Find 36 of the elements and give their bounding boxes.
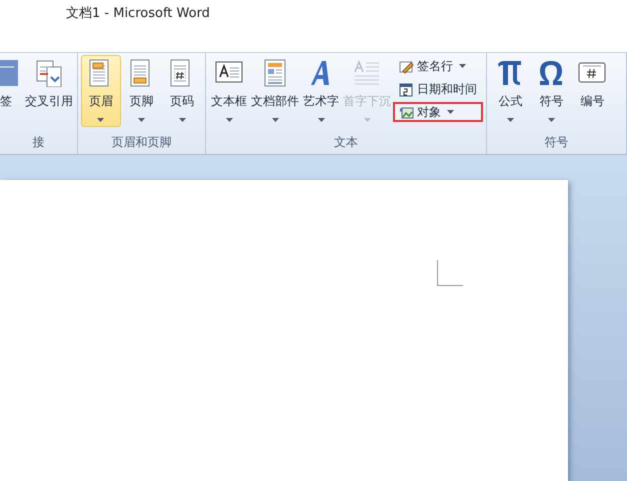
caret-icon (318, 118, 324, 122)
caret-icon (548, 118, 555, 122)
ribbon-button[interactable]: 文本框 (209, 55, 249, 127)
window-title: 文档1 - Microsoft Word (66, 5, 210, 22)
ribbon-button[interactable]: 艺术字 (301, 55, 341, 127)
caret-icon (506, 118, 514, 122)
ribbon-button[interactable]: 页眉 (81, 55, 121, 127)
ribbon-button[interactable]: 日期和时间 (393, 79, 483, 99)
caret-icon (138, 118, 145, 122)
picture-object-icon (399, 104, 414, 120)
drop-cap-icon (353, 59, 381, 87)
group-label: 接 (32, 134, 46, 151)
ribbon-button[interactable]: 页脚 (122, 55, 162, 127)
caret-icon (447, 110, 454, 114)
caret-icon (459, 64, 466, 68)
group-label: 符号 (544, 134, 570, 151)
ribbon-button[interactable]: 交叉引用 (24, 55, 74, 127)
signature-pen-icon (399, 58, 414, 74)
ribbon-button[interactable]: 编号 (572, 55, 612, 127)
cross-reference-icon (35, 59, 63, 87)
caret-icon (272, 118, 278, 122)
margin-corner-mark (437, 260, 463, 286)
ribbon-button[interactable]: 文档部件 (250, 55, 300, 127)
group-label: 文本 (333, 134, 360, 151)
ribbon-button[interactable]: 公式 (490, 55, 530, 127)
group-label: 页眉和页脚 (110, 134, 172, 151)
ribbon-button[interactable]: 签 (0, 55, 23, 127)
caret-icon (364, 118, 370, 122)
ribbon-button[interactable]: 对象 (393, 102, 483, 122)
caret-icon (226, 118, 232, 122)
caret-icon (178, 118, 186, 122)
ribbon-button[interactable]: 页码 (162, 55, 202, 127)
ribbon-button[interactable]: 符号 (531, 55, 572, 127)
calendar-icon (399, 82, 414, 96)
caret-icon (97, 118, 104, 122)
ribbon-button[interactable]: 签名行 (393, 56, 483, 76)
